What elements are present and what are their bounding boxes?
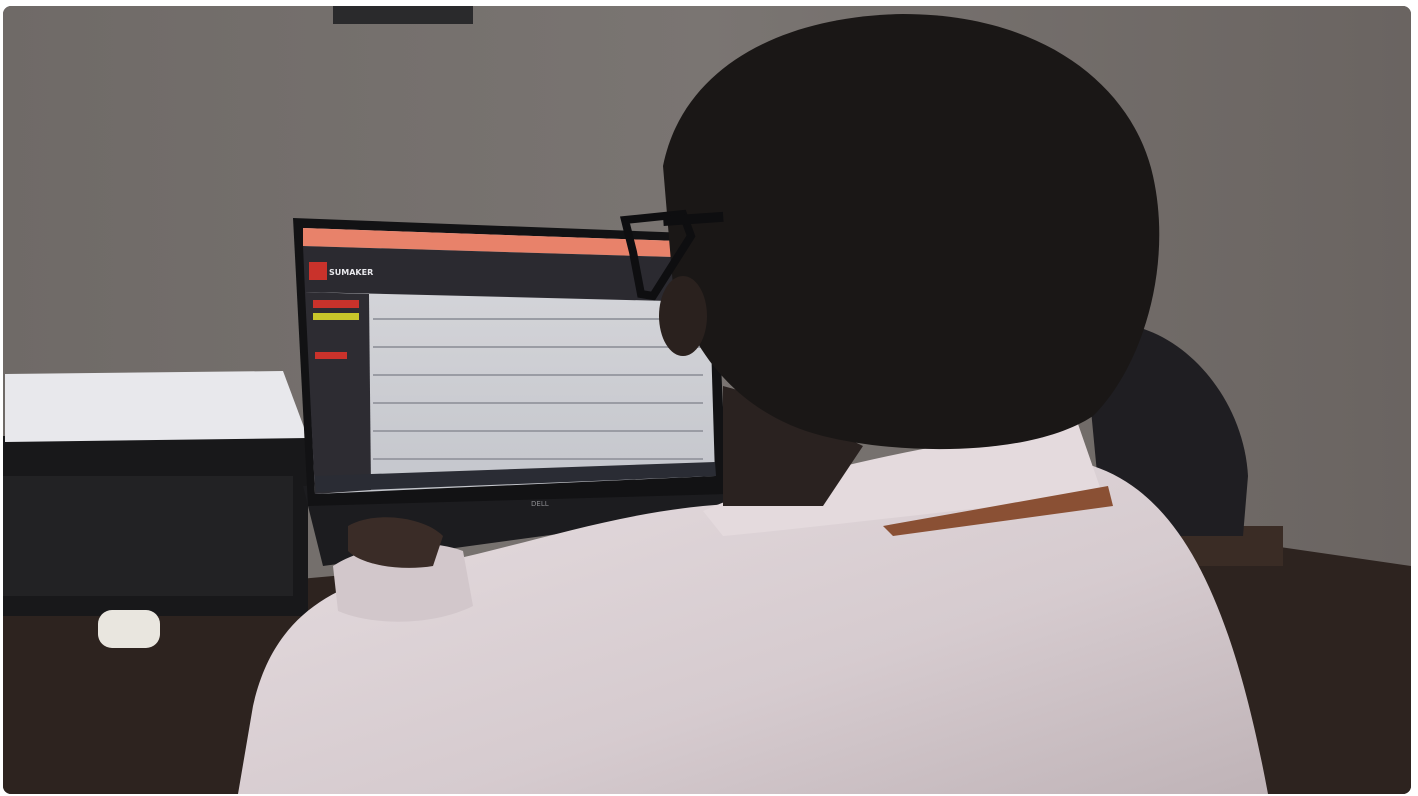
table-row (373, 402, 703, 404)
photo-frame: SUMAKER DELL (3, 6, 1411, 794)
table-row (373, 430, 703, 432)
sidebar-button-red (313, 300, 359, 308)
wall-frame-edge (333, 6, 473, 24)
sidebar-button-red-2 (315, 352, 347, 359)
printer-front (3, 476, 293, 596)
table-row (373, 374, 703, 376)
laptop-logo: DELL (531, 500, 549, 508)
table-row (373, 346, 703, 348)
person-head (663, 14, 1160, 450)
app-logo-text: SUMAKER (329, 268, 373, 277)
app-logo-icon (309, 262, 327, 280)
person-ear (659, 276, 707, 356)
tissue (98, 610, 160, 648)
table-row (373, 458, 703, 460)
table-row (373, 318, 703, 320)
app-sidebar (305, 292, 371, 494)
paper-stack (5, 371, 308, 442)
sidebar-button-yellow (313, 313, 359, 320)
photo-scene: SUMAKER DELL (3, 6, 1411, 794)
